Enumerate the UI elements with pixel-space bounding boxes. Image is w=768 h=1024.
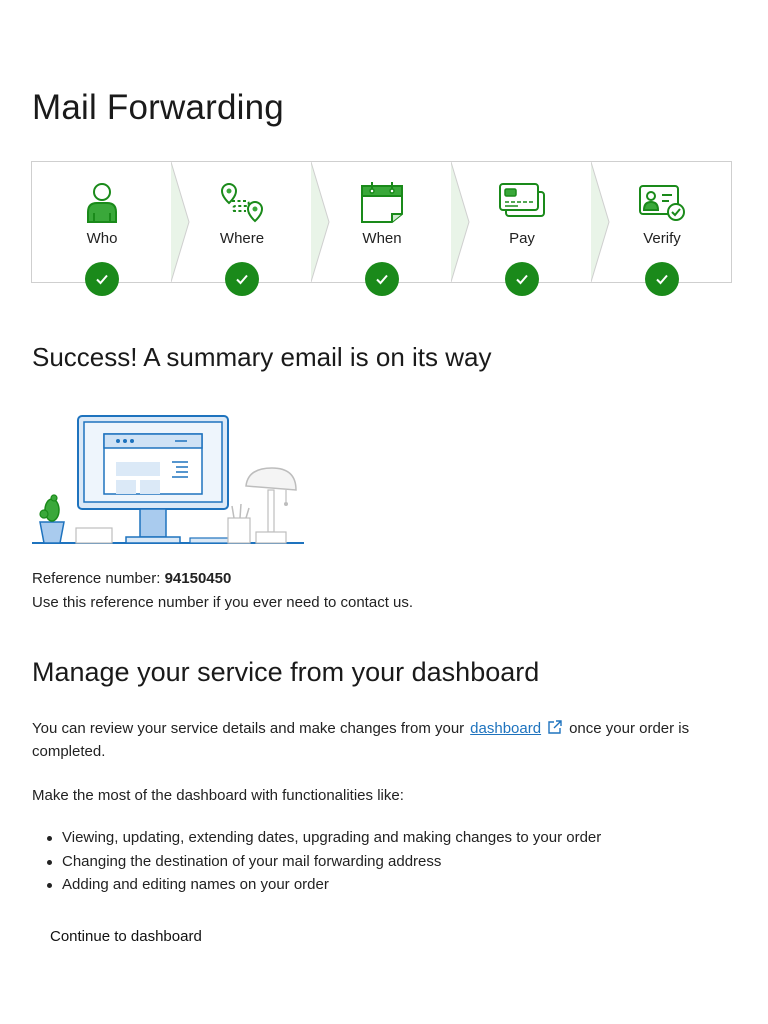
- location-route-icon: [220, 182, 264, 223]
- step-when[interactable]: When: [312, 162, 452, 296]
- check-icon: [365, 262, 399, 296]
- check-icon: [85, 262, 119, 296]
- external-link-icon[interactable]: [547, 719, 563, 735]
- credit-card-icon: [499, 183, 545, 217]
- calendar-icon: [361, 182, 403, 223]
- check-icon: [505, 262, 539, 296]
- reference-help-text: Use this reference number if you ever ne…: [32, 594, 414, 611]
- step-verify[interactable]: Verify: [592, 162, 732, 296]
- manage-heading: Manage your service from your dashboard: [32, 657, 540, 687]
- step-label: Verify: [643, 230, 681, 247]
- step-label: Who: [86, 230, 118, 247]
- step-where[interactable]: Where: [172, 162, 312, 296]
- dashboard-link[interactable]: dashboard: [470, 720, 541, 737]
- list-item: Viewing, updating, extending dates, upgr…: [46, 829, 601, 853]
- features-intro: Make the most of the dashboard with func…: [32, 787, 404, 804]
- step-who[interactable]: Who: [32, 162, 172, 296]
- reference-number: Reference number: 94150450: [32, 570, 231, 587]
- para-before-text: You can review your service details and …: [32, 720, 465, 737]
- progress-stepper: Who Where When Pay Verify: [31, 161, 732, 296]
- success-heading: Success! A summary email is on its way: [32, 342, 492, 372]
- id-verify-icon: [639, 185, 685, 221]
- reference-value: 94150450: [164, 570, 232, 587]
- step-label: Pay: [509, 230, 535, 247]
- step-label: When: [362, 230, 402, 247]
- step-pay[interactable]: Pay: [452, 162, 592, 296]
- check-icon: [225, 262, 259, 296]
- step-label: Where: [219, 230, 265, 247]
- list-item: Adding and editing names on your order: [46, 876, 601, 900]
- page-title: Mail Forwarding: [32, 88, 284, 127]
- continue-to-dashboard-button[interactable]: Continue to dashboard: [38, 918, 214, 955]
- check-icon: [645, 262, 679, 296]
- features-list: Viewing, updating, extending dates, upgr…: [46, 829, 601, 900]
- reference-label: Reference number:: [32, 570, 165, 587]
- dashboard-intro-paragraph: You can review your service details and …: [32, 717, 744, 763]
- desk-computer-illustration: [32, 415, 304, 544]
- list-item: Changing the destination of your mail fo…: [46, 853, 601, 877]
- person-icon: [87, 183, 117, 223]
